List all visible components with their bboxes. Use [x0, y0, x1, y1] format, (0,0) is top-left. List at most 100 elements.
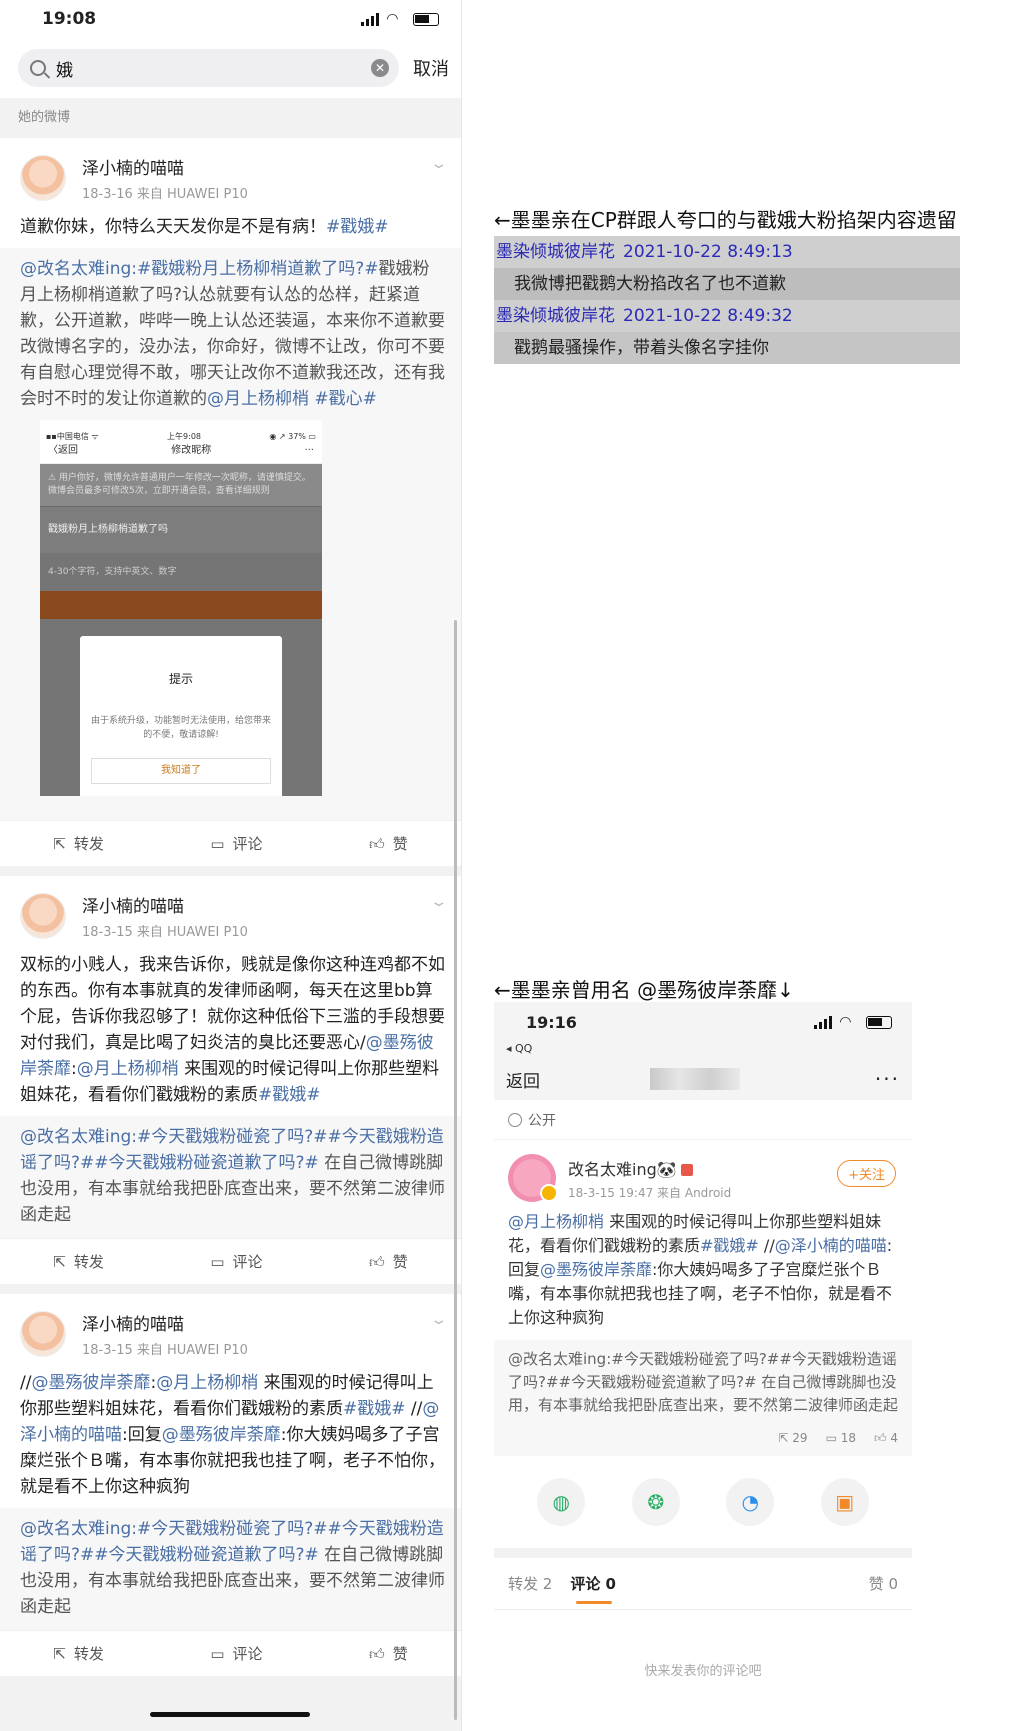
like-label: 赞 — [392, 1645, 408, 1663]
mention-link[interactable]: @墨殇彼岸荼靡 — [540, 1260, 652, 1279]
mention-link[interactable]: @泽小楠的喵喵 — [775, 1236, 887, 1255]
like-count[interactable]: 👍︎ 4 — [874, 1431, 898, 1446]
back-button[interactable]: 返回 — [506, 1067, 540, 1092]
home-indicator[interactable] — [150, 1712, 310, 1717]
clear-icon[interactable]: ✕ — [371, 59, 389, 77]
search-icon — [30, 60, 46, 76]
mention-link[interactable]: @改名太难ing: — [20, 1127, 137, 1147]
repost-label: 转发 — [73, 835, 104, 853]
status-bar: 19:08 ◠ — [0, 0, 461, 38]
like-count-value: 4 — [890, 1431, 898, 1445]
embedded-screenshot[interactable]: ▪▪中国电信 ᯤ 上午9:08 ◉ ↗ 37% ▭ 〈返回 修改昵称 ··· ⚠… — [40, 420, 322, 796]
chat-log-screenshot: 墨染倾城彼岸花 2021-10-22 8:49:13 我微博把戳鹅大粉掐改名了也不… — [494, 236, 960, 364]
repost-label: 转发 — [73, 1253, 104, 1271]
hashtag-link[interactable]: #戳娥粉月上杨柳梢道歉了吗?# — [137, 259, 379, 279]
reposted-content[interactable]: @改名太难ing:#今天戳娥粉碰瓷了吗?##今天戳娥粉造谣了吗?##今天戳娥粉碰… — [0, 1508, 461, 1630]
like-button[interactable]: 👍︎ 赞 — [369, 833, 408, 854]
comment-button[interactable]: ▭ 评论 — [210, 833, 262, 854]
hashtag-link[interactable]: #戳娥# — [343, 1399, 406, 1419]
repost-button[interactable]: ⇱ 转发 — [53, 1643, 104, 1664]
chevron-down-icon[interactable]: ⌄ — [430, 156, 449, 172]
wifi-icon: ◠ — [387, 10, 398, 27]
visibility-text: 公开 — [528, 1112, 556, 1129]
repost-button[interactable]: ⇱ 转发 — [53, 833, 104, 854]
dialog-title: 提示 — [168, 672, 193, 686]
post-header: 泽小楠的喵喵 18-3-15 来自 HUAWEI P10 ⌄ — [0, 1294, 461, 1366]
post-header: 改名太难ing🐼 18-3-15 19:47 来自 Android +关注 — [494, 1140, 912, 1208]
back-to-app-label[interactable]: ◂ QQ — [494, 1042, 912, 1058]
comment-button[interactable]: ▭ 评论 — [210, 1251, 262, 1272]
username[interactable]: 改名太难ing🐼 — [568, 1156, 731, 1180]
weibo-post[interactable]: 泽小楠的喵喵 18-3-15 来自 HUAWEI P10 ⌄ 双标的小贱人，我来… — [0, 876, 461, 1284]
username-text: 改名太难ing🐼 — [568, 1159, 677, 1179]
mention-link[interactable]: @月上杨柳梢 — [156, 1373, 258, 1393]
mention-link[interactable]: @改名太难ing: — [20, 1519, 137, 1539]
post-text: @月上杨柳梢 来围观的时候记得叫上你那些塑料姐妹花，看看你们戳娥粉的素质#戳娥#… — [494, 1208, 912, 1340]
share-row: ◍ ❂ ◔ ▣ — [494, 1456, 912, 1558]
empty-comments-hint[interactable]: 快来发表你的评论吧 — [494, 1660, 912, 1679]
post-text: 道歉你妹，你特么天天发你是不是有病！#戳娥# — [0, 210, 461, 248]
reposted-content[interactable]: @改名太难ing:#戳娥粉月上杨柳梢道歉了吗?#戳娥粉月上杨柳梢道歉了吗?认怂就… — [0, 248, 461, 820]
comment-button[interactable]: ▭ 评论 — [210, 1643, 262, 1664]
reposted-content[interactable]: @改名太难ing:#今天戳娥粉碰瓷了吗?##今天戳娥粉造谣了吗?##今天戳娥粉碰… — [494, 1340, 912, 1425]
dialog-message: 由于系统升级，功能暂时无法使用，给您带来的不便，敬请谅解! — [90, 716, 271, 740]
save-image-icon[interactable]: ▣ — [820, 1478, 869, 1526]
avatar[interactable] — [20, 1311, 66, 1357]
hashtag-link[interactable]: #戳娥# — [700, 1236, 759, 1255]
mention-link[interactable]: @墨殇彼岸荼靡 — [31, 1373, 150, 1393]
chevron-down-icon[interactable]: ⌄ — [430, 1312, 449, 1328]
comment-count[interactable]: ▭ 18 — [826, 1431, 856, 1446]
search-input[interactable] — [56, 58, 371, 78]
globe-icon — [508, 1112, 522, 1127]
more-button[interactable]: ··· — [875, 1067, 900, 1091]
hashtag-link[interactable]: #戳娥# — [258, 1085, 321, 1105]
avatar[interactable] — [20, 893, 66, 939]
follow-button[interactable]: +关注 — [837, 1160, 896, 1187]
chevron-down-icon[interactable]: ⌄ — [430, 894, 449, 910]
tab-comment[interactable]: 评论 0 — [570, 1573, 616, 1604]
mention-link[interactable]: @月上杨柳梢 — [207, 389, 309, 409]
signal-icon — [361, 12, 379, 26]
reposted-content[interactable]: @改名太难ing:#今天戳娥粉碰瓷了吗?##今天戳娥粉造谣了吗?##今天戳娥粉碰… — [0, 1116, 461, 1238]
comment-label: 评论 — [232, 1645, 263, 1663]
avatar[interactable] — [20, 155, 66, 201]
repost-icon: ⇱ — [53, 835, 66, 853]
tab-like[interactable]: 赞 0 — [869, 1573, 898, 1594]
hashtag-link[interactable]: #戳娥# — [326, 217, 389, 237]
wechat-icon[interactable]: ◍ — [537, 1478, 586, 1526]
like-label: 赞 — [392, 835, 408, 853]
repost-icon: ⇱ — [53, 1253, 66, 1271]
status-icons: ◠ — [361, 10, 439, 27]
post-body: 道歉你妹，你特么天天发你是不是有病！ — [20, 217, 326, 237]
moments-icon[interactable]: ❂ — [631, 1478, 680, 1526]
mention-link[interactable]: @月上杨柳梢 — [77, 1059, 179, 1079]
embedded-status-bar: ▪▪中国电信 ᯤ 上午9:08 ◉ ↗ 37% ▭ — [40, 420, 322, 441]
chat-message-header: 墨染倾城彼岸花 2021-10-22 8:49:32 — [494, 300, 960, 332]
wifi-icon: ◠ — [840, 1013, 851, 1030]
comment-label: 评论 — [232, 835, 263, 853]
post-actions: ⇱ 转发 ▭ 评论 👍︎ 赞 — [0, 1630, 461, 1676]
thumbs-up-icon: 👍︎ — [369, 835, 385, 853]
username[interactable]: 泽小楠的喵喵 — [82, 154, 248, 179]
section-label: 她的微博 — [0, 98, 461, 138]
weibo-post[interactable]: 泽小楠的喵喵 18-3-16 来自 HUAWEI P10 ⌄ 道歉你妹，你特么天… — [0, 138, 461, 866]
like-button[interactable]: 👍︎ 赞 — [369, 1251, 408, 1272]
hashtag-link[interactable]: #戳心# — [314, 389, 377, 409]
search-box[interactable]: ✕ — [18, 49, 399, 87]
weibo-detail-screenshot: 19:16 ◠ ◂ QQ 返回 ··· 公开 改名太难ing🐼 18-3-15 … — [494, 1002, 912, 1731]
mention-link[interactable]: @改名太难ing: — [20, 259, 137, 279]
repost-button[interactable]: ⇱ 转发 — [53, 1251, 104, 1272]
cancel-button[interactable]: 取消 — [413, 55, 449, 81]
mention-link[interactable]: @月上杨柳梢 — [508, 1212, 604, 1231]
chat-message-header: 墨染倾城彼岸花 2021-10-22 8:49:13 — [494, 236, 960, 268]
username[interactable]: 泽小楠的喵喵 — [82, 1310, 248, 1335]
qq-icon[interactable]: ◔ — [726, 1478, 775, 1526]
repost-count[interactable]: ⇱ 29 — [778, 1431, 807, 1446]
mention-link[interactable]: @墨殇彼岸荼靡 — [162, 1425, 281, 1445]
scrollbar[interactable] — [454, 620, 457, 1720]
tab-repost[interactable]: 转发 2 — [508, 1573, 552, 1594]
weibo-post[interactable]: 泽小楠的喵喵 18-3-15 来自 HUAWEI P10 ⌄ //@墨殇彼岸荼靡… — [0, 1294, 461, 1676]
username[interactable]: 泽小楠的喵喵 — [82, 892, 248, 917]
like-button[interactable]: 👍︎ 赞 — [369, 1643, 408, 1664]
avatar[interactable] — [508, 1154, 558, 1202]
